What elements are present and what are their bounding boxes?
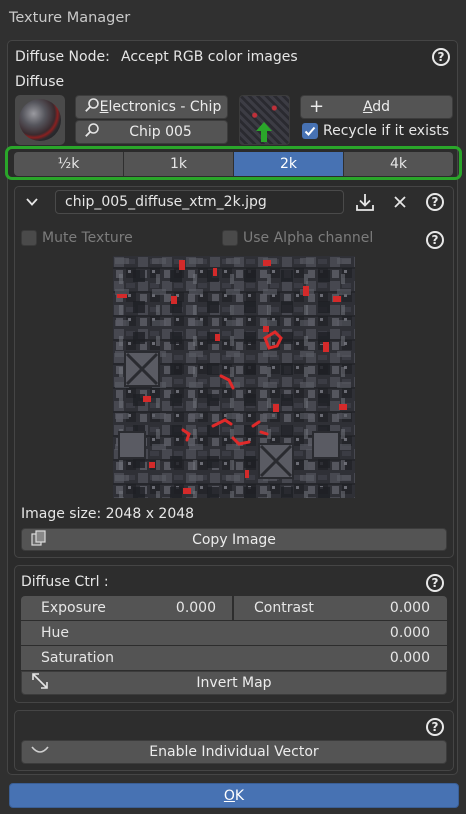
help-icon[interactable]: ? (426, 718, 444, 736)
ok-label: OK (223, 787, 245, 804)
node-label: Diffuse Node: (15, 49, 110, 65)
window-title: Texture Manager (9, 10, 131, 26)
add-button[interactable]: + Add (300, 95, 453, 119)
collapse-chevron-icon[interactable] (24, 194, 40, 214)
help-icon[interactable]: ? (432, 48, 450, 66)
search-icon (84, 97, 100, 117)
contrast-field[interactable]: Contrast 0.000 (234, 596, 447, 620)
help-icon[interactable]: ? (426, 574, 444, 592)
ctrl-title: Diffuse Ctrl : (21, 574, 109, 590)
saturation-label: Saturation (41, 650, 114, 666)
resolution-option[interactable]: 4k (344, 152, 453, 176)
search-icon (84, 122, 100, 142)
hue-field[interactable]: Hue 0.000 (21, 621, 447, 645)
help-icon[interactable]: ? (426, 193, 444, 211)
copy-image-button[interactable]: Copy Image (21, 528, 447, 551)
material-preview[interactable] (15, 95, 65, 145)
alpha-label: Use Alpha channel (243, 230, 374, 246)
contrast-label: Contrast (254, 600, 314, 616)
resolution-option[interactable]: ½k (14, 152, 124, 176)
download-icon[interactable] (355, 192, 375, 216)
contrast-value: 0.000 (389, 600, 430, 616)
ok-button[interactable]: OK (9, 783, 459, 808)
help-icon[interactable]: ? (426, 231, 444, 249)
hue-value: 0.000 (389, 625, 430, 641)
resolution-option[interactable]: 1k (124, 152, 234, 176)
exposure-value: 0.000 (175, 600, 216, 616)
recycle-label: Recycle if it exists (323, 123, 450, 139)
resolution-option-selected[interactable]: 2k (234, 152, 344, 176)
category-label: Electronics - Chip (99, 99, 222, 115)
filename-text: chip_005_diffuse_xtm_2k.jpg (65, 194, 267, 210)
node-description: Accept RGB color images (121, 49, 298, 65)
mute-texture-toggle[interactable]: Mute Texture (21, 230, 133, 246)
recycle-toggle[interactable]: Recycle if it exists (302, 123, 449, 139)
exposure-label: Exposure (41, 600, 106, 616)
invert-map-label: Invert Map (196, 675, 272, 691)
texture-sphere-icon (19, 99, 61, 141)
asset-search-button[interactable]: Chip 005 (75, 120, 228, 144)
saturation-value: 0.000 (389, 650, 430, 666)
mute-checkbox[interactable] (21, 230, 37, 246)
exposure-field[interactable]: Exposure 0.000 (21, 596, 232, 620)
texture-thumbnail[interactable] (239, 95, 290, 145)
checkmark-icon (304, 126, 316, 136)
enable-vector-button[interactable]: Enable Individual Vector (21, 740, 447, 764)
section-label: Diffuse (15, 74, 65, 90)
asset-label: Chip 005 (129, 124, 192, 140)
mute-label: Mute Texture (42, 230, 133, 246)
image-size-text: Image size: 2048 x 2048 (21, 506, 195, 522)
arrow-up-icon (256, 122, 272, 142)
copy-image-label: Copy Image (192, 531, 276, 548)
plus-icon: + (309, 96, 325, 117)
recycle-checkbox[interactable] (302, 123, 318, 139)
alpha-channel-toggle[interactable]: Use Alpha channel (222, 230, 373, 246)
toggle-arc-icon (30, 743, 50, 761)
enable-vector-label: Enable Individual Vector (149, 744, 319, 760)
saturation-field[interactable]: Saturation 0.000 (21, 646, 447, 670)
add-label: Add (362, 99, 391, 115)
category-search-button[interactable]: Electronics - Chip (75, 95, 228, 119)
hue-label: Hue (41, 625, 70, 641)
copy-icon (30, 529, 48, 551)
close-icon[interactable] (392, 194, 408, 214)
alpha-checkbox[interactable] (222, 230, 238, 246)
swap-arrows-icon (30, 671, 50, 695)
invert-map-button[interactable]: Invert Map (21, 671, 447, 695)
texture-preview-image (113, 256, 355, 498)
resolution-selector[interactable]: ½k 1k 2k 4k (14, 152, 453, 176)
filename-field[interactable]: chip_005_diffuse_xtm_2k.jpg (55, 190, 344, 214)
